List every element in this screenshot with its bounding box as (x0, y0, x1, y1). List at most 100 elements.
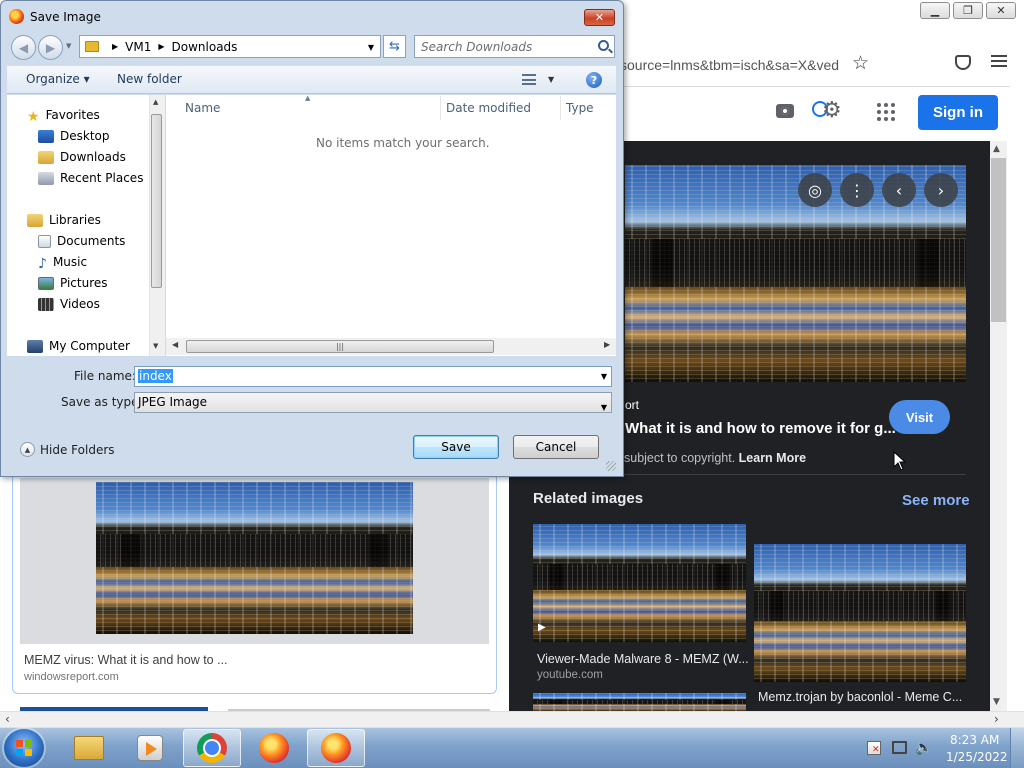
scroll-left-icon[interactable]: ‹ (5, 712, 10, 726)
related-caption[interactable]: Memz.trojan by baconlol - Meme C... (758, 690, 962, 704)
breadcrumb-vm1[interactable]: VM1 (125, 40, 151, 54)
chevron-right-icon[interactable]: ▶ (158, 42, 164, 51)
column-header-date-modified[interactable]: Date modified (446, 101, 531, 115)
scroll-left-icon[interactable]: ◀ (172, 340, 178, 349)
forward-button[interactable]: ▶ (38, 35, 63, 60)
previous-icon[interactable]: ‹ (882, 173, 916, 207)
column-divider[interactable] (440, 96, 441, 120)
resize-grip[interactable] (606, 461, 616, 471)
nav-item-music[interactable]: ♪ Music (38, 255, 88, 272)
url-bar[interactable]: source=lnms&tbm=isch&sa=X&ved (620, 52, 880, 78)
scroll-right-icon[interactable]: › (994, 712, 999, 726)
clock-time[interactable]: 8:23 AM (950, 733, 999, 747)
scroll-down-icon[interactable]: ▼ (993, 697, 1000, 707)
nav-item-label: Recent Places (60, 171, 144, 185)
taskbar-explorer[interactable] (60, 729, 118, 767)
see-more-link[interactable]: See more (902, 492, 970, 509)
apps-icon[interactable] (877, 103, 895, 121)
start-button[interactable] (4, 729, 44, 767)
dialog-close-button[interactable]: ✕ (584, 9, 615, 26)
nav-item-desktop[interactable]: Desktop (38, 129, 110, 143)
nav-item-documents[interactable]: Documents (38, 234, 125, 248)
related-caption[interactable]: Viewer-Made Malware 8 - MEMZ (W... (537, 652, 749, 666)
scroll-up-icon[interactable]: ▲ (153, 98, 158, 106)
recent-locations-chevron-icon[interactable]: ▼ (66, 42, 71, 50)
show-desktop-button[interactable] (1010, 728, 1024, 768)
search-input[interactable] (421, 38, 591, 55)
new-folder-button[interactable]: New folder (117, 72, 182, 86)
network-icon[interactable] (892, 741, 907, 754)
visit-button[interactable]: Visit (889, 400, 950, 434)
save-type-select[interactable]: JPEG Image ▼ (134, 392, 612, 413)
preview-image[interactable]: ◎ ⋮ ‹ › (625, 165, 966, 382)
lens-icon[interactable]: ◎ (798, 173, 832, 207)
nav-item-label: Documents (57, 234, 126, 248)
learn-more-link[interactable]: Learn More (739, 451, 806, 465)
taskbar-firefox-active[interactable] (307, 729, 365, 767)
taskbar-firefox[interactable] (245, 729, 303, 767)
chevron-down-icon[interactable]: ▼ (548, 75, 554, 84)
chevron-down-icon[interactable]: ▼ (601, 372, 607, 381)
related-image[interactable] (754, 544, 966, 682)
column-divider[interactable] (560, 96, 561, 120)
file-name-field[interactable]: index ▼ (134, 366, 612, 387)
volume-icon[interactable]: 🔈 (915, 740, 932, 756)
minimize-button[interactable]: ▁ (920, 2, 950, 19)
gear-icon[interactable]: ⚙ (822, 100, 842, 122)
column-header-type[interactable]: Type (566, 101, 594, 115)
nav-item-libraries[interactable]: Libraries (27, 213, 101, 227)
search-icon[interactable] (598, 40, 609, 51)
maximize-button[interactable]: ❐ (953, 2, 983, 19)
nav-item-my-computer[interactable]: My Computer (27, 339, 130, 353)
organize-button[interactable]: Organize ▾ (26, 72, 90, 86)
related-image[interactable] (533, 524, 746, 642)
scroll-down-icon[interactable]: ▼ (153, 342, 158, 350)
taskbar-chrome[interactable] (183, 729, 241, 767)
star-icon: ★ (27, 108, 40, 125)
nav-item-downloads[interactable]: Downloads (38, 150, 126, 164)
scrollbar-thumb[interactable] (151, 114, 162, 288)
nav-item-label: Music (52, 255, 88, 269)
save-button[interactable]: Save (413, 435, 499, 459)
file-name-value[interactable]: index (138, 369, 173, 383)
back-button[interactable]: ◀ (11, 35, 36, 60)
column-header-name[interactable]: Name (185, 101, 220, 115)
close-button[interactable]: ✕ (986, 2, 1016, 19)
nav-item-label: Pictures (60, 276, 108, 290)
breadcrumb-downloads[interactable]: Downloads (172, 40, 238, 54)
chevron-down-icon[interactable]: ▼ (368, 43, 374, 52)
horizontal-scrollbar[interactable] (0, 711, 1024, 727)
nav-item-favorites[interactable]: ★ Favorites (27, 108, 100, 125)
views-icon[interactable] (522, 74, 536, 85)
scroll-right-icon[interactable]: ▶ (604, 340, 610, 349)
scroll-up-icon[interactable]: ▲ (993, 144, 1000, 154)
related-image[interactable] (533, 693, 746, 713)
nav-item-pictures[interactable]: Pictures (38, 276, 108, 290)
refresh-button[interactable]: ⇆ (383, 35, 406, 58)
more-options-icon[interactable]: ⋮ (840, 173, 874, 207)
address-bar[interactable]: ▶ VM1 ▶ Downloads ▼ (79, 35, 381, 58)
firefox-icon (321, 733, 351, 763)
toolbar-divider (620, 86, 1010, 87)
chevron-right-icon[interactable]: ▶ (112, 42, 118, 51)
taskbar-media-player[interactable] (121, 729, 179, 767)
preview-title[interactable]: What it is and how to remove it for g... (625, 420, 896, 437)
star-icon[interactable]: ☆ (852, 52, 869, 74)
hide-folders-button[interactable]: ▲ Hide Folders (20, 442, 115, 457)
chevron-down-icon[interactable]: ▼ (601, 398, 607, 417)
nav-item-recent-places[interactable]: Recent Places (38, 171, 143, 185)
menu-icon[interactable] (991, 55, 1007, 67)
scrollbar-thumb[interactable] (991, 158, 1006, 322)
help-icon[interactable]: ? (586, 72, 602, 88)
nav-item-videos[interactable]: Videos (38, 297, 100, 311)
scrollbar-thumb[interactable]: ||| (186, 340, 494, 353)
action-center-icon[interactable] (867, 741, 881, 755)
result-thumbnail[interactable] (96, 482, 413, 634)
next-icon[interactable]: › (924, 173, 958, 207)
chrome-icon (197, 733, 227, 763)
cancel-button[interactable]: Cancel (513, 435, 599, 459)
camera-icon[interactable] (776, 104, 794, 118)
sign-in-button[interactable]: Sign in (918, 95, 998, 130)
clock-date[interactable]: 1/25/2022 (946, 750, 1008, 764)
result-title[interactable]: MEMZ virus: What it is and how to ... (24, 653, 228, 667)
